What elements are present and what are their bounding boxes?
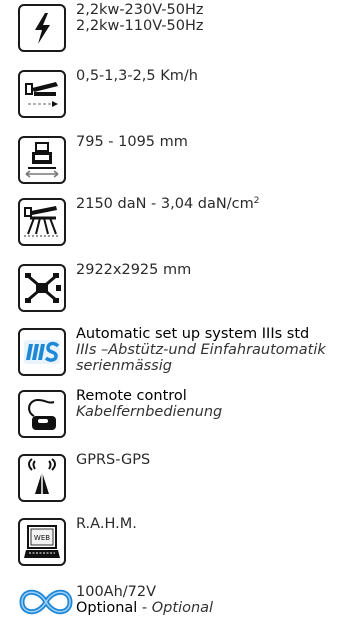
spec-row-power: 2,2kw-230V-50Hz 2,2kw-110V-50Hz: [18, 2, 337, 52]
iiis-logo-icon: [18, 328, 66, 376]
height-value: 795 - 1095 mm: [76, 134, 188, 150]
travel-speed-icon: [18, 70, 66, 118]
spec-text-load: 2150 daN - 3,04 daN/cm2: [76, 196, 337, 212]
spec-row-remote: Remote control Kabelfernbedienung: [18, 388, 337, 438]
outrigger-footprint-icon: [18, 264, 66, 312]
power-line-1: 2,2kw-230V-50Hz: [76, 2, 204, 18]
spec-row-speed: 0,5-1,3-2,5 Km/h: [18, 68, 337, 118]
setup-subtitle-line-1: IIIs –Abstütz-und Einfahrautomatik: [76, 342, 326, 358]
spec-row-rahm: WEB R.A.H.M.: [18, 516, 337, 566]
battery-optional-separator: -: [137, 600, 152, 616]
spec-row-dimensions: 2922x2925 mm: [18, 262, 337, 312]
load-value: 2150 daN - 3,04 daN/cm2: [76, 196, 337, 212]
spec-row-setup: Automatic set up system IIIs std IIIs –A…: [18, 326, 337, 376]
gprs-value: GPRS-GPS: [76, 452, 151, 468]
battery-value: 100Ah/72V: [76, 584, 157, 600]
antenna-signal-icon: [18, 454, 66, 502]
load-value-main: 2150 daN - 3,04 daN/cm: [76, 196, 254, 212]
spec-row-gprs: GPRS-GPS: [18, 452, 337, 502]
battery-optional-de: Optional: [151, 600, 214, 616]
remote-title: Remote control: [76, 388, 187, 404]
spec-text-dimensions: 2922x2925 mm: [76, 262, 337, 278]
remote-control-icon: [18, 390, 66, 438]
battery-optional-label: Optional: [76, 600, 138, 616]
dimensions-value: 2922x2925 mm: [76, 262, 192, 278]
spec-text-gprs: GPRS-GPS: [76, 452, 337, 468]
spec-row-battery: 100Ah/72V Optional - Optional: [18, 580, 337, 634]
spec-text-remote: Remote control Kabelfernbedienung: [76, 388, 337, 420]
setup-title: Automatic set up system IIIs std: [76, 326, 310, 342]
power-line-2: 2,2kw-110V-50Hz: [76, 18, 204, 34]
spec-text-setup: Automatic set up system IIIs std IIIs –A…: [76, 326, 337, 374]
spec-row-height: 795 - 1095 mm: [18, 134, 337, 184]
spec-text-rahm: R.A.H.M.: [76, 516, 337, 532]
web-monitor-icon: WEB: [18, 518, 66, 566]
load-value-superscript: 2: [253, 196, 260, 206]
spec-text-height: 795 - 1095 mm: [76, 134, 337, 150]
track-height-icon: [18, 136, 66, 184]
spec-text-power: 2,2kw-230V-50Hz 2,2kw-110V-50Hz: [76, 2, 337, 34]
battery-infinity-icon: [18, 580, 74, 624]
rahm-value: R.A.H.M.: [76, 516, 137, 532]
speed-value: 0,5-1,3-2,5 Km/h: [76, 68, 198, 84]
lightning-icon: [18, 4, 66, 52]
svg-text:WEB: WEB: [34, 534, 50, 542]
spec-row-load: 2150 daN - 3,04 daN/cm2: [18, 196, 337, 246]
battery-optional: Optional - Optional: [76, 600, 337, 616]
spec-text-speed: 0,5-1,3-2,5 Km/h: [76, 68, 337, 84]
ground-pressure-icon: [18, 198, 66, 246]
remote-subtitle: Kabelfernbedienung: [76, 404, 223, 420]
spec-text-battery: 100Ah/72V Optional - Optional: [76, 584, 337, 616]
setup-subtitle-line-2: serienmässig: [76, 358, 172, 374]
